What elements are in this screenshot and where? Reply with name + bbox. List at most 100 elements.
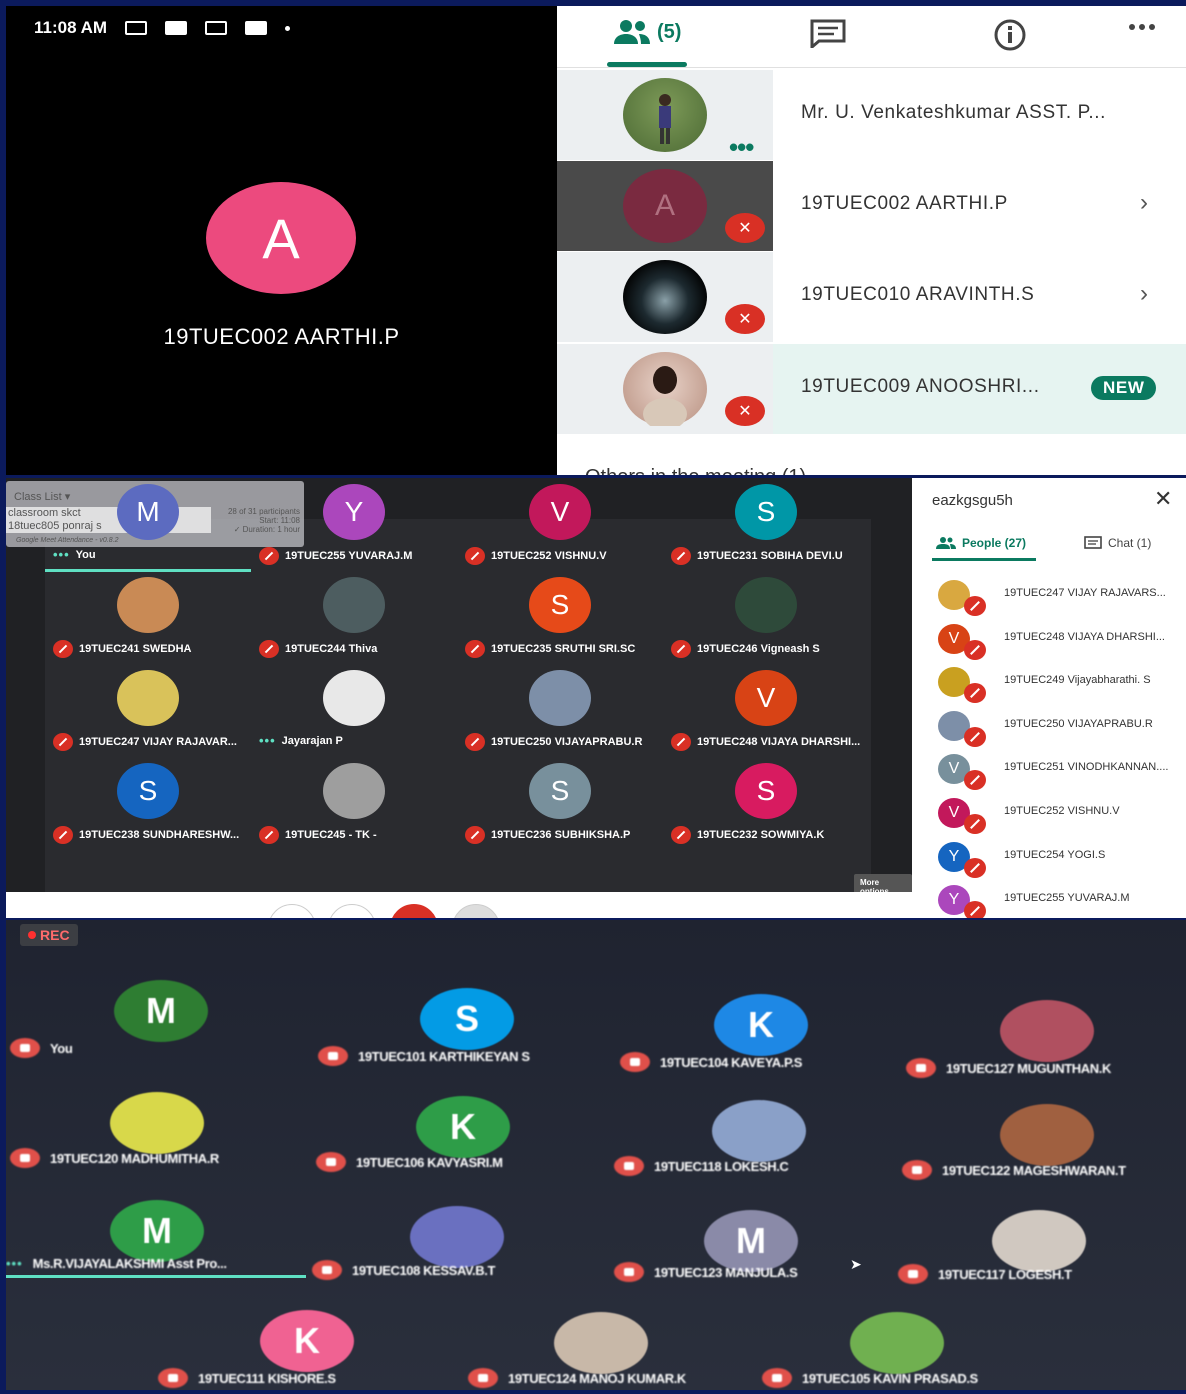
control-button[interactable]	[268, 904, 316, 918]
tab-chat[interactable]: Chat (1)	[1084, 536, 1151, 550]
mouse-cursor-icon: ➤	[850, 1256, 862, 1272]
participant-label: 19TUEC245 - TK -	[259, 826, 459, 844]
participant-name: 19TUEC241 SWEDHA	[79, 643, 192, 655]
participant-thumbnail: ✕	[557, 344, 773, 434]
participant-thumbnail: •••	[557, 70, 773, 162]
chevron-right-icon[interactable]: ›	[1140, 280, 1148, 308]
participant-label: 19TUEC120 MADHUMITHA.R	[10, 1148, 219, 1168]
tab-chat[interactable]	[809, 18, 847, 48]
participant-tile[interactable]: 19TUEC247 VIJAY RAJAVAR...	[45, 667, 251, 760]
participant-name: 19TUEC108 KESSAV.B.T	[352, 1262, 496, 1278]
mic-off-icon	[671, 640, 691, 658]
participant-tile[interactable]: M ••• You	[45, 481, 251, 574]
participant-label: 19TUEC124 MANOJ KUMAR.K	[468, 1368, 686, 1388]
participant-avatar: S	[420, 988, 514, 1050]
participant-tile[interactable]: S 19TUEC231 SOBIHA DEVI.U	[663, 481, 869, 574]
participant-avatar: K	[260, 1310, 354, 1372]
chevron-right-icon[interactable]: ›	[1140, 189, 1148, 217]
participant-tile[interactable]: 19TUEC250 VIJAYAPRABU.R	[457, 667, 663, 760]
participant-tile[interactable]: S 19TUEC232 SOWMIYA.K	[663, 760, 869, 853]
status-time: 11:08 AM	[34, 18, 108, 37]
participant-avatar	[712, 1100, 806, 1162]
participant-row[interactable]: ••• Mr. U. Venkateshkumar ASST. P...	[557, 70, 1186, 162]
participant-tile[interactable]: Y 19TUEC255 YUVARAJ.M	[251, 481, 457, 574]
mic-off-icon	[671, 733, 691, 751]
more-options-button[interactable]	[1127, 22, 1157, 32]
participant-name: 19TUEC231 SOBIHA DEVI.U	[697, 550, 843, 562]
participant-label: 19TUEC248 VIJAYA DHARSHI...	[671, 733, 871, 751]
participant-avatar	[1000, 1104, 1094, 1166]
mic-off-icon	[614, 1156, 644, 1176]
people-list-item[interactable]: Y 19TUEC255 YUVARAJ.M	[912, 881, 1186, 918]
person-name: 19TUEC249 Vijayabharathi. S	[1004, 674, 1151, 687]
mic-off-icon	[312, 1260, 342, 1280]
tab-people[interactable]: People (27)	[936, 536, 1026, 550]
chat-icon	[1084, 536, 1102, 549]
control-button[interactable]	[452, 904, 500, 918]
desktop-meet-grid: Class List ▾ classroom skct 18tuec805 po…	[6, 478, 912, 918]
speaking-dots-icon: •••	[259, 733, 276, 748]
close-icon[interactable]: ✕	[1154, 486, 1172, 512]
people-list-item[interactable]: Y 19TUEC254 YOGI.S	[912, 838, 1186, 881]
participant-avatar: M	[114, 980, 208, 1042]
participant-tile[interactable]: 19TUEC246 Vigneash S	[663, 574, 869, 667]
people-list-item[interactable]: 19TUEC250 VIJAYAPRABU.R	[912, 707, 1186, 750]
people-list-item[interactable]: 19TUEC249 Vijayabharathi. S	[912, 663, 1186, 706]
participant-avatar	[410, 1206, 504, 1268]
participant-label: 19TUEC250 VIJAYAPRABU.R	[465, 733, 665, 751]
participant-tile[interactable]: 19TUEC244 Thiva	[251, 574, 457, 667]
people-list-item[interactable]: V 19TUEC252 VISHNU.V	[912, 794, 1186, 837]
participant-tile[interactable]: V 19TUEC248 VIJAYA DHARSHI...	[663, 667, 869, 760]
gallery-icon	[165, 21, 188, 35]
active-tab-indicator	[932, 558, 1036, 561]
participant-tile[interactable]: 19TUEC241 SWEDHA	[45, 574, 251, 667]
mic-off-icon	[468, 1368, 498, 1388]
participant-label: 19TUEC118 LOKESH.C	[614, 1156, 789, 1176]
participant-tile[interactable]: S 19TUEC235 SRUTHI SRI.SC	[457, 574, 663, 667]
participant-avatar: M	[117, 484, 179, 540]
leave-call-button[interactable]	[390, 904, 438, 918]
mic-off-icon	[964, 683, 986, 704]
mic-off-icon	[964, 639, 986, 660]
people-list-item[interactable]: 19TUEC247 VIJAY RAJAVARS...	[912, 576, 1186, 619]
mic-off-icon: ✕	[725, 213, 765, 243]
person-name: 19TUEC251 VINODHKANNAN....	[1004, 761, 1169, 774]
active-tab-indicator	[607, 62, 687, 67]
participant-label: ••• Jayarajan P	[259, 733, 459, 748]
mic-off-icon	[614, 1262, 644, 1282]
tab-people[interactable]: (5)	[613, 18, 681, 46]
participant-row[interactable]: ✕ 19TUEC010 ARAVINTH.S ›	[557, 252, 1186, 342]
mic-off-icon	[762, 1368, 792, 1388]
participant-name: 19TUEC250 VIJAYAPRABU.R	[491, 736, 643, 748]
participant-name: Ms.R.VIJAYALAKSHMI Asst Pro...	[32, 1256, 227, 1271]
participant-name: Jayarajan P	[281, 734, 343, 747]
participant-tile[interactable]: V 19TUEC252 VISHNU.V	[457, 481, 663, 574]
participant-name: 19TUEC104 KAVEYA.P.S	[660, 1054, 803, 1070]
participant-tile[interactable]: S 19TUEC238 SUNDHARESHW...	[45, 760, 251, 853]
participant-row[interactable]: ✕ 19TUEC009 ANOOSHRI... NEW	[557, 344, 1186, 434]
participant-avatar	[117, 577, 179, 633]
participant-row[interactable]: A ✕ 19TUEC002 AARTHI.P ›	[557, 161, 1186, 251]
participant-name: 19TUEC118 LOKESH.C	[654, 1158, 789, 1174]
mic-off-icon	[158, 1368, 188, 1388]
participant-name: 19TUEC246 Vigneash S	[697, 643, 820, 655]
participant-avatar: M	[110, 1200, 204, 1262]
participant-avatar	[323, 670, 385, 726]
people-icon	[936, 537, 956, 549]
participant-photo	[623, 260, 707, 334]
participant-name: 19TUEC247 VIJAY RAJAVAR...	[79, 736, 237, 748]
others-heading: Others in the meeting (1)	[585, 466, 806, 475]
participant-name: 19TUEC105 KAVIN PRASAD.S	[802, 1370, 978, 1386]
control-button[interactable]	[328, 904, 376, 918]
chat-icon	[810, 19, 846, 48]
participant-label: 19TUEC108 KESSAV.B.T	[312, 1260, 495, 1280]
speaker-name: 19TUEC002 AARTHI.P	[163, 324, 400, 349]
people-list-item[interactable]: V 19TUEC251 VINODHKANNAN....	[912, 750, 1186, 793]
participant-tile[interactable]: ••• Jayarajan P	[251, 667, 457, 760]
people-list-item[interactable]: V 19TUEC248 VIJAYA DHARSHI...	[912, 620, 1186, 663]
mic-off-icon	[10, 1148, 40, 1168]
participant-tile[interactable]: S 19TUEC236 SUBHIKSHA.P	[457, 760, 663, 853]
tab-info[interactable]	[991, 18, 1029, 52]
participant-tile[interactable]: 19TUEC245 - TK -	[251, 760, 457, 853]
participant-name: 19TUEC235 SRUTHI SRI.SC	[491, 643, 636, 655]
